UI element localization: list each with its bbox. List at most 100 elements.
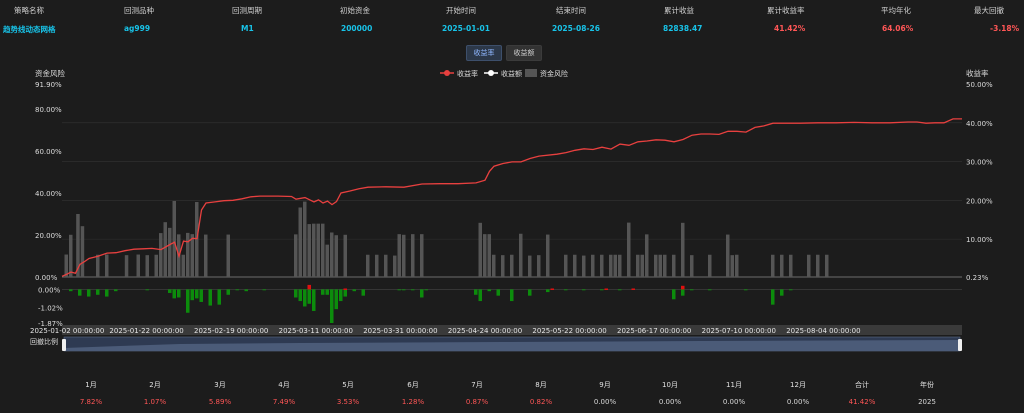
risk-bar <box>654 254 658 277</box>
month-value: 41.42% <box>848 398 876 406</box>
risk-bar <box>582 255 586 277</box>
risk-bar <box>564 254 568 277</box>
month-value: 0.00% <box>593 398 617 406</box>
drawdown-bar <box>361 289 365 296</box>
risk-bar <box>312 223 316 277</box>
risk-bar <box>181 254 185 277</box>
month-header: 合计 <box>855 381 869 389</box>
drawdown-bar <box>325 289 329 295</box>
drawdown-bar <box>780 289 784 296</box>
risk-bar <box>163 222 167 277</box>
risk-bar <box>105 254 109 277</box>
risk-bar <box>168 227 172 277</box>
right-tick-label: 50.00% <box>966 81 993 89</box>
x-tick-label: 2025-06-17 00:00:00 <box>617 327 691 335</box>
drawdown-bar <box>168 289 172 293</box>
risk-bar <box>375 254 379 277</box>
month-header: 8月 <box>535 381 547 389</box>
month-value: 7.82% <box>79 398 103 406</box>
slider-handle-right[interactable] <box>958 339 962 351</box>
risk-bar <box>402 234 406 277</box>
backtest-chart: 资金风险 收益率 收益率 收益额 资金风险 50.00% 40.00% 30.00% 20.00… <box>30 68 993 352</box>
drawdown-bar <box>528 289 532 296</box>
month-header: 年份 <box>920 381 934 389</box>
drawdown-bar <box>96 289 100 295</box>
left-tick-label: 60.00% <box>35 148 62 156</box>
drawdown-bar <box>771 289 775 305</box>
drawdown-bar <box>411 289 415 291</box>
risk-bar <box>591 254 595 277</box>
x-tick-label: 2025-02-19 00:00:00 <box>194 327 268 335</box>
x-tick-label: 2025-08-04 00:00:00 <box>786 327 860 335</box>
month-value: 0.00% <box>786 398 810 406</box>
drawdown-bar-positive <box>681 285 685 290</box>
risk-bar <box>343 234 347 277</box>
drawdown-bar <box>321 289 325 295</box>
risk-bar <box>618 254 622 277</box>
risk-bar <box>546 234 550 277</box>
risk-bar <box>124 255 129 277</box>
drawdown-bar-positive <box>604 288 608 290</box>
drawdown-bar <box>334 289 338 310</box>
month-header: 3月 <box>214 381 226 389</box>
risk-bar <box>510 254 514 277</box>
month-header: 12月 <box>790 381 806 389</box>
risk-bar <box>190 234 194 277</box>
risk-bar <box>204 234 208 277</box>
month-header: 11月 <box>726 381 742 389</box>
drawdown-bar <box>564 289 568 291</box>
risk-bar <box>325 244 329 277</box>
drawdown-bar <box>303 289 307 307</box>
risk-bar <box>294 234 298 277</box>
drawdown-bar <box>105 289 109 297</box>
drawdown-bar-positive <box>307 284 311 290</box>
left-tick-label: 80.00% <box>35 106 62 114</box>
risk-bar <box>663 254 667 277</box>
x-tick-label: 2025-01-22 00:00:00 <box>109 327 183 335</box>
drawdown-bar <box>69 289 73 292</box>
risk-bar <box>321 223 325 277</box>
month-value: 1.28% <box>401 398 425 406</box>
risk-bar <box>519 233 523 277</box>
drawdown-bar <box>186 289 190 313</box>
drawdown-bar <box>510 289 514 302</box>
drawdown-bar <box>397 289 401 291</box>
month-header: 10月 <box>662 381 678 389</box>
drawdown-bar <box>343 289 347 297</box>
drawdown-bar <box>294 289 298 298</box>
slider-handle-left[interactable] <box>62 339 66 351</box>
drawdown-bar <box>744 289 748 291</box>
sub-tick-label: -1.02% <box>38 305 63 313</box>
drawdown-bar <box>420 289 424 298</box>
risk-bar <box>298 207 302 277</box>
risk-bar <box>226 234 230 277</box>
month-value: 0.82% <box>529 398 553 406</box>
x-tick-label: 2025-05-22 00:00:00 <box>532 327 606 335</box>
drawdown-bar <box>789 289 793 291</box>
left-tick-label: 40.00% <box>35 190 62 198</box>
risk-bar <box>96 254 100 277</box>
legend-amount-marker <box>488 70 494 76</box>
drawdown-bar <box>487 289 491 292</box>
legend-returns-marker <box>444 70 450 76</box>
month-value: 7.49% <box>272 398 296 406</box>
risk-bar <box>640 254 644 277</box>
legend-amount-label: 收益额 <box>501 69 522 78</box>
risk-bar <box>393 255 397 277</box>
x-tick-label: 2025-03-31 00:00:00 <box>363 327 437 335</box>
risk-bar <box>780 254 784 277</box>
month-header: 9月 <box>599 381 611 389</box>
risk-bar <box>186 232 190 277</box>
risk-bar <box>384 254 388 277</box>
risk-bar <box>690 255 694 277</box>
risk-bar <box>730 255 734 277</box>
risk-bar <box>807 254 811 277</box>
drawdown-bar <box>496 289 500 296</box>
month-header: 7月 <box>471 381 483 389</box>
risk-bar <box>330 232 334 277</box>
drawdown-bar <box>262 289 266 291</box>
risk-bar <box>627 222 631 277</box>
right-tick-label: 40.00% <box>966 120 993 128</box>
drawdown-bar <box>352 289 356 292</box>
month-value: 1.07% <box>143 398 167 406</box>
